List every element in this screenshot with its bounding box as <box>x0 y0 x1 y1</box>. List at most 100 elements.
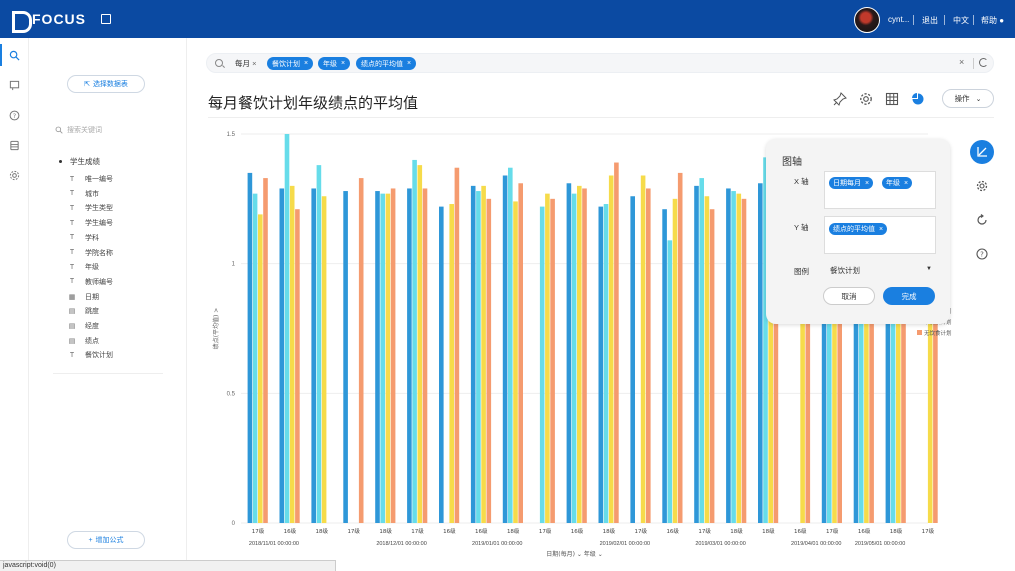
field-item[interactable]: ▤ 绩点 <box>67 335 99 347</box>
question-icon[interactable]: ? <box>9 110 20 121</box>
divider <box>973 58 974 69</box>
bar <box>258 214 263 523</box>
field-item[interactable]: ▤ 经度 <box>67 320 99 332</box>
operations-dropdown[interactable]: 操作 ⌄ <box>942 89 994 108</box>
x-tick-label: 18级 <box>379 527 392 535</box>
done-button[interactable]: 完成 <box>883 287 935 305</box>
field-label: 唯一编号 <box>85 176 113 183</box>
close-icon[interactable]: × <box>865 180 869 187</box>
database-icon[interactable] <box>9 140 20 151</box>
y-tick-label: 1 <box>232 262 236 268</box>
help-link[interactable]: 帮助 ● <box>981 15 1004 26</box>
field-item[interactable]: T 年级 <box>67 261 99 273</box>
pie-chart-icon[interactable] <box>911 92 925 106</box>
close-icon[interactable]: × <box>879 226 883 233</box>
legend-value: 餐饮计划 <box>830 265 860 275</box>
refresh-icon[interactable] <box>979 58 988 67</box>
bar <box>598 206 604 523</box>
field-item[interactable]: ▤ 跳度 <box>67 305 99 317</box>
field-item[interactable]: T 学生编号 <box>67 217 113 229</box>
close-icon[interactable]: × <box>341 60 345 67</box>
search-icon[interactable] <box>9 50 20 61</box>
x-chip-date-month[interactable]: 日期每月 × <box>829 177 874 189</box>
chip-meal-plan[interactable]: 餐饮计划 × <box>267 57 314 70</box>
bar <box>358 178 364 523</box>
x-axis-dropzone[interactable]: 日期每月 × 年级 × <box>824 171 936 209</box>
add-formula-button[interactable]: + 增加公式 <box>67 531 145 549</box>
bar <box>422 188 428 523</box>
focus-logo[interactable]: FOCUS <box>10 9 86 33</box>
field-item[interactable]: ▦ 日期 <box>67 291 99 303</box>
field-label: 经度 <box>85 323 99 330</box>
logout-link[interactable]: 退出 <box>922 15 938 26</box>
field-label: 日期 <box>85 293 99 301</box>
field-item[interactable]: T 城市 <box>67 188 99 200</box>
x-group-label: 2019/04/01 00:00:00 <box>791 541 841 547</box>
question-icon: ? <box>976 248 988 260</box>
cancel-button[interactable]: 取消 <box>823 287 875 305</box>
add-formula-label: 增加公式 <box>95 537 124 544</box>
help-dot-icon: ● <box>999 16 1005 25</box>
bar <box>614 162 619 523</box>
field-item[interactable]: T 餐饮计划 <box>67 349 113 361</box>
gear-icon[interactable] <box>859 92 873 106</box>
rotate-icon <box>977 214 987 225</box>
field-item[interactable]: T 学生类型 <box>67 202 113 214</box>
gear-icon[interactable] <box>9 170 20 181</box>
bar <box>539 206 545 523</box>
field-item[interactable]: T 唯一编号 <box>67 173 113 185</box>
x-chip-grade[interactable]: 年级 × <box>882 177 913 189</box>
chart-gear-icon[interactable] <box>970 174 994 198</box>
top-bar: FOCUS cynt... 退出 中文 帮助 ● <box>0 0 1015 38</box>
bar <box>390 188 396 523</box>
close-icon[interactable]: × <box>252 59 256 68</box>
measure-field-icon: ▤ <box>68 308 76 316</box>
text-field-icon: T <box>69 278 75 286</box>
bar <box>646 188 651 523</box>
axis-settings-icon[interactable] <box>970 140 994 164</box>
edit-icon[interactable] <box>101 14 111 24</box>
token-monthly[interactable]: 每月 × <box>235 58 256 69</box>
field-item[interactable]: T 学院名称 <box>67 247 113 259</box>
bar <box>295 209 300 523</box>
bar <box>316 165 322 523</box>
avatar[interactable] <box>854 7 880 33</box>
bar <box>577 185 582 523</box>
token-label: 每月 <box>235 59 250 68</box>
close-icon[interactable]: × <box>904 180 908 187</box>
x-tick-label: 17级 <box>922 527 935 535</box>
x-tick-label: 18级 <box>762 527 775 535</box>
y-tick-label: 1.5 <box>227 132 236 138</box>
bar <box>343 191 348 523</box>
query-bar[interactable]: 每月 × 餐饮计划 × 年级 × 绩点的平均值 × × <box>206 53 994 73</box>
pin-icon[interactable] <box>833 92 847 106</box>
tree-root-table[interactable]: 学生成绩 <box>59 156 100 167</box>
field-item[interactable]: T 学科 <box>67 232 99 244</box>
close-icon[interactable]: × <box>407 60 411 67</box>
x-tick-label: 18级 <box>890 527 903 535</box>
field-item[interactable]: T 教师编号 <box>67 276 113 288</box>
y-tick-label: 0.5 <box>227 391 236 397</box>
select-table-button[interactable]: ⇱ 选择数据表 <box>67 75 145 93</box>
table-icon[interactable] <box>885 92 899 106</box>
bar <box>704 196 710 523</box>
text-field-icon: T <box>69 249 75 256</box>
board-icon[interactable] <box>9 80 20 91</box>
help-icon[interactable]: ? <box>970 242 994 266</box>
close-icon[interactable]: × <box>304 60 308 67</box>
legend-select[interactable]: 餐饮计划 ▼ <box>824 262 936 278</box>
bar <box>672 198 678 523</box>
chip-avg-gpa[interactable]: 绩点的平均值 × <box>356 57 417 70</box>
chip-grade[interactable]: 年级 × <box>318 57 351 70</box>
language-link[interactable]: 中文 <box>953 15 969 26</box>
bar <box>550 198 555 523</box>
y-chip-avg-gpa[interactable]: 绩点的平均值 × <box>829 223 888 235</box>
y-axis-dropzone[interactable]: 绩点的平均值 × <box>824 216 936 254</box>
bar <box>677 172 683 523</box>
refresh-icon[interactable] <box>970 208 994 232</box>
active-indicator <box>0 44 2 66</box>
search-input[interactable]: 搜索关键词 <box>55 123 155 137</box>
bullet-icon <box>59 160 62 163</box>
user-name[interactable]: cynt... <box>888 15 909 24</box>
clear-icon[interactable]: × <box>959 57 964 67</box>
